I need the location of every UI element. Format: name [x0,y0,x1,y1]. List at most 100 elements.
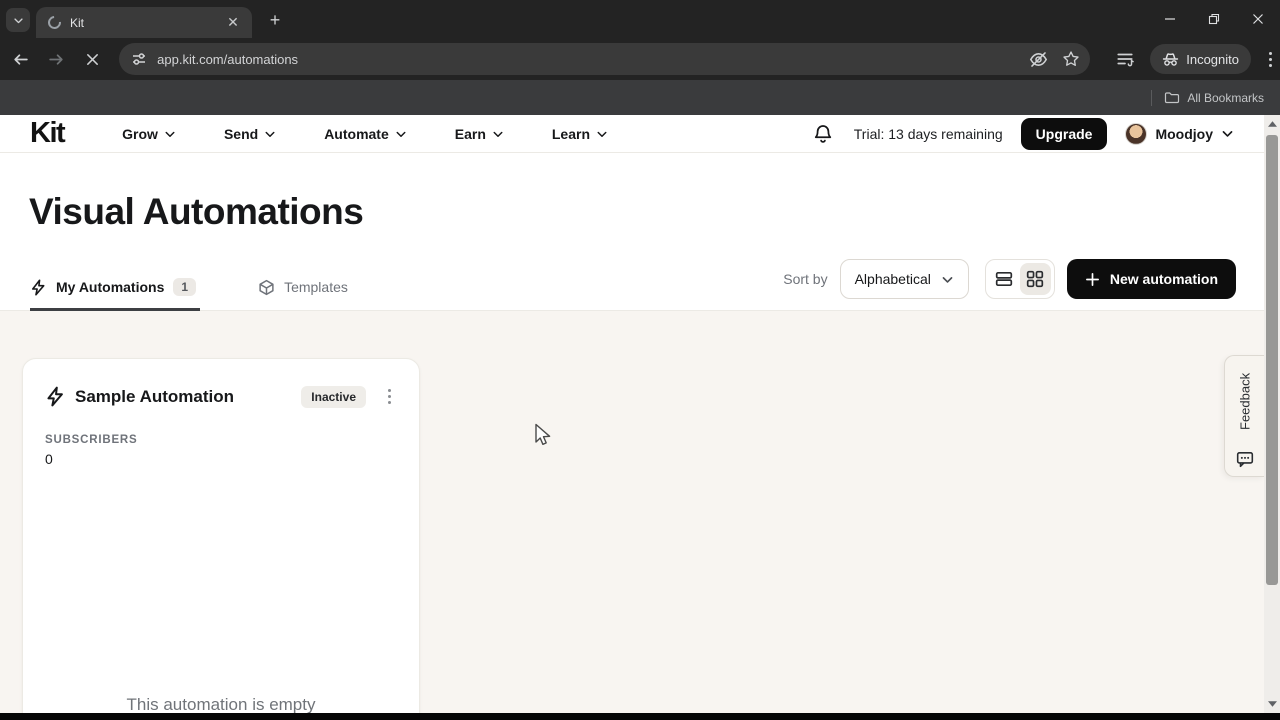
card-menu-button[interactable] [384,385,395,408]
restore-icon [1208,13,1220,25]
app-header: Kit Grow Send Automate Earn Learn Trial:… [0,115,1280,153]
tab-search-button[interactable] [6,8,30,32]
toolbar-right: Incognito [1104,44,1280,74]
window-restore-button[interactable] [1192,0,1236,38]
grid-view-icon [1027,270,1044,288]
window-minimize-button[interactable] [1148,0,1192,38]
nav-automate-label: Automate [324,125,389,142]
automation-title[interactable]: Sample Automation [75,387,301,407]
grid-view-button[interactable] [1019,263,1051,295]
chevron-down-icon [165,131,175,137]
scrollbar-thumb[interactable] [1266,135,1278,585]
new-automation-label: New automation [1109,271,1218,287]
chevron-down-icon [265,131,275,137]
page-title: Visual Automations [29,191,364,232]
new-automation-button[interactable]: New automation [1066,259,1236,299]
chevron-down-icon [1222,131,1233,137]
incognito-badge: Incognito [1150,44,1251,74]
browser-tabstrip: Kit ✕ + [0,0,1280,38]
automation-count-badge: 1 [173,278,197,296]
close-icon [1253,14,1263,24]
scroll-down-arrow[interactable] [1264,697,1280,711]
avatar [1125,122,1148,145]
list-view-button[interactable] [989,263,1020,295]
stop-loading-button[interactable] [77,44,107,74]
incognito-label: Incognito [1186,51,1239,67]
chevron-down-icon [942,276,953,283]
nav-earn-label: Earn [454,125,486,142]
bell-icon [814,124,831,143]
bookmarks-separator [1151,89,1153,106]
minimize-icon [1165,18,1175,20]
browser-tab-kit[interactable]: Kit ✕ [36,7,252,38]
nav-automate[interactable]: Automate [324,126,407,142]
lightning-bolt-icon [31,278,45,296]
notifications-button[interactable] [810,121,836,147]
address-bar[interactable]: app.kit.com/automations [119,43,1091,75]
scroll-up-arrow[interactable] [1264,117,1280,131]
page-head: Visual Automations My Automations 1 Temp… [0,153,1280,311]
status-badge: Inactive [301,385,366,408]
chevron-down-icon [396,131,406,137]
new-tab-button[interactable]: + [264,9,286,31]
nav-grow-label: Grow [122,125,158,142]
forward-button[interactable] [42,44,72,74]
nav-grow[interactable]: Grow [122,126,176,142]
package-cube-icon [259,279,274,295]
chevron-down-icon [493,131,503,137]
trial-status-text: Trial: 13 days remaining [853,125,1003,142]
tab-templates-label: Templates [284,279,348,295]
feedback-label: Feedback [1237,372,1252,430]
reading-list-icon [1117,53,1135,67]
feedback-tab[interactable]: Feedback [1224,355,1264,477]
browser-toolbar: app.kit.com/automations Incognito [0,38,1280,80]
sort-select-value: Alphabetical [854,271,931,287]
window-close-button[interactable] [1236,0,1280,38]
list-view-icon [996,271,1013,287]
tab-loading-spinner-icon [45,13,64,32]
forward-arrow-icon [49,53,63,65]
back-button[interactable] [6,44,36,74]
eye-off-icon[interactable] [1029,50,1048,69]
chevron-down-icon [597,131,607,137]
side-panel-button[interactable] [1110,44,1140,74]
tab-my-automations[interactable]: My Automations 1 [30,278,197,296]
back-arrow-icon [14,53,29,65]
nav-learn[interactable]: Learn [552,126,608,142]
browser-menu-button[interactable] [1261,48,1280,71]
page-tabs: My Automations 1 Templates [30,278,410,296]
sort-select[interactable]: Alphabetical [839,259,969,299]
list-controls: Sort by Alphabetical New automation [783,259,1236,299]
nav-send[interactable]: Send [224,126,276,142]
nav-learn-label: Learn [551,125,590,142]
all-bookmarks-button[interactable]: All Bookmarks [1164,90,1264,106]
bottom-edge-strip [0,713,1280,720]
subscribers-label: SUBSCRIBERS [45,434,138,446]
bookmark-star-icon[interactable] [1062,50,1080,68]
window-controls [1148,0,1280,38]
all-bookmarks-label: All Bookmarks [1187,90,1264,105]
url-text: app.kit.com/automations [157,51,299,67]
tab-title: Kit [70,15,85,30]
tab-templates[interactable]: Templates [258,279,348,296]
view-toggle [984,259,1055,299]
lightning-bolt-icon [47,386,63,407]
bookmarks-bar: All Bookmarks [0,80,1280,115]
subscribers-block: SUBSCRIBERS 0 [23,408,419,467]
subscribers-value: 0 [45,451,53,467]
account-name: Moodjoy [1155,125,1213,142]
screen: Kit ✕ + app.kit.com/automations Incognit… [0,0,1280,720]
feedback-chat-icon [1236,452,1253,468]
empty-automation-text: This automation is empty [126,695,316,714]
upgrade-button[interactable]: Upgrade [1020,117,1108,150]
account-menu[interactable]: Moodjoy [1125,122,1234,145]
site-settings-icon [133,53,146,65]
folder-icon [1165,91,1180,103]
page-scrollbar[interactable] [1264,115,1280,713]
plus-icon [1085,272,1099,286]
automation-card[interactable]: Sample Automation Inactive SUBSCRIBERS 0… [22,358,420,720]
tab-close-icon[interactable]: ✕ [224,14,242,32]
incognito-icon [1163,52,1179,66]
nav-earn[interactable]: Earn [455,126,504,142]
kit-logo[interactable]: Kit [30,117,66,150]
